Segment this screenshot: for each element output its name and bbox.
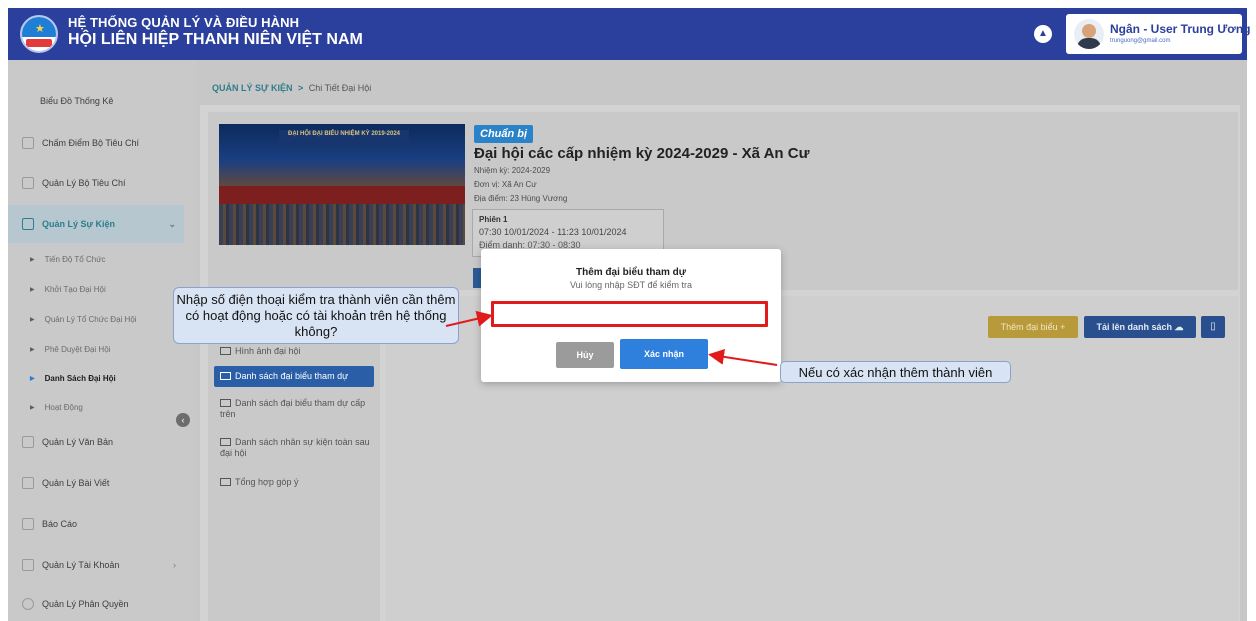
event-image-banner: ĐẠI HỘI ĐẠI BIỂU NHIỆM KỲ 2019-2024 bbox=[279, 130, 409, 148]
session-time: 07:30 10/01/2024 - 11:23 10/01/2024 bbox=[479, 227, 627, 237]
folder-superior-delegates[interactable]: Danh sách đại biểu tham dự cấp trên bbox=[220, 398, 370, 420]
confirm-button[interactable]: Xác nhận bbox=[620, 339, 708, 369]
triangle-icon: ▶ bbox=[30, 405, 35, 411]
breadcrumb-root[interactable]: QUẢN LÝ SỰ KIỆN bbox=[212, 83, 292, 93]
app-title-line1: HỆ THỐNG QUẢN LÝ VÀ ĐIỀU HÀNH bbox=[68, 15, 300, 30]
session-title: Phiên 1 bbox=[479, 215, 508, 224]
add-delegate-modal: Thêm đại biểu tham dự Vui lòng nhập SĐT … bbox=[481, 249, 781, 382]
sidebar-item-label: Quản Lý Phân Quyền bbox=[42, 599, 129, 609]
account-icon bbox=[22, 559, 34, 571]
app-title: HỆ THỐNG QUẢN LÝ VÀ ĐIỀU HÀNH HỘI LIÊN H… bbox=[68, 15, 363, 49]
sidebar-subitem-list[interactable]: ▶ Danh Sách Đại Hội bbox=[30, 374, 116, 383]
sidebar-item-label: Quản Lý Bộ Tiêu Chí bbox=[42, 178, 126, 188]
folder-feedback-summary[interactable]: Tổng hợp góp ý bbox=[220, 477, 370, 488]
upload-list-button[interactable]: Tải lên danh sách ☁ bbox=[1084, 316, 1196, 338]
document-icon[interactable]: ▯ bbox=[1201, 316, 1225, 338]
sidebar-subitem-label: Phê Duyệt Đại Hội bbox=[44, 345, 111, 354]
breadcrumb-separator: > bbox=[298, 83, 304, 93]
status-badge: Chuẩn bị bbox=[474, 125, 534, 143]
sidebar-item-label: Chấm Điểm Bộ Tiêu Chí bbox=[42, 138, 140, 148]
avatar bbox=[1074, 19, 1104, 49]
sidebar-subitem-organize[interactable]: ▶ Quản Lý Tổ Chức Đại Hội bbox=[30, 315, 137, 324]
document-icon bbox=[22, 436, 34, 448]
book-icon bbox=[22, 477, 34, 489]
clock-icon bbox=[22, 598, 34, 610]
sidebar-item-reports[interactable]: Báo Cáo bbox=[8, 505, 184, 543]
folder-label: Hình ảnh đại hội bbox=[235, 346, 301, 356]
calendar-icon bbox=[22, 218, 34, 230]
logo: ★ bbox=[20, 15, 58, 53]
triangle-icon: ▶ bbox=[30, 257, 35, 263]
breadcrumb-current: Chi Tiết Đại Hội bbox=[308, 83, 372, 93]
sidebar-item-label: Quản Lý Bài Viết bbox=[42, 478, 110, 488]
triangle-icon: ▶ bbox=[30, 317, 35, 323]
sidebar-item-documents[interactable]: Quản Lý Văn Bản bbox=[8, 423, 184, 461]
sidebar-subitem-label: Hoạt Động bbox=[44, 403, 83, 412]
edit-icon bbox=[22, 177, 34, 189]
user-email: trunguong@gmail.com bbox=[1110, 38, 1171, 44]
sidebar-subitem-create[interactable]: ▶ Khởi Tạo Đại Hội bbox=[30, 285, 106, 294]
folder-icon bbox=[220, 347, 231, 355]
sidebar-item-permissions[interactable]: Quản Lý Phân Quyền bbox=[8, 585, 184, 621]
folder-icon bbox=[220, 438, 231, 446]
folder-label: Danh sách đại biểu tham dự bbox=[235, 371, 349, 381]
event-image: ĐẠI HỘI ĐẠI BIỂU NHIỆM KỲ 2019-2024 bbox=[219, 124, 465, 245]
modal-title: Thêm đại biểu tham dự bbox=[575, 267, 687, 278]
sidebar-item-label: Quản Lý Sự Kiện bbox=[42, 219, 116, 229]
sidebar-item-label: Quản Lý Tài Khoản bbox=[42, 560, 120, 570]
bell-icon[interactable]: ▲ bbox=[1034, 25, 1052, 43]
event-title: Đại hội các cấp nhiệm kỳ 2024-2029 - Xã … bbox=[474, 145, 810, 162]
cancel-button[interactable]: Hủy bbox=[556, 342, 614, 368]
add-delegate-button[interactable]: Thêm đại biểu + bbox=[988, 316, 1078, 338]
user-menu[interactable]: Ngân - User Trung Ương trunguong@gmail.c… bbox=[1066, 14, 1251, 54]
annotation-confirm-hint: Nếu có xác nhận thêm thành viên bbox=[780, 361, 1011, 383]
event-unit: Đơn vị: Xã An Cư bbox=[474, 180, 537, 189]
sidebar-item-accounts[interactable]: Quản Lý Tài Khoản › bbox=[8, 546, 184, 584]
sidebar-item-label: Biểu Đồ Thống Kê bbox=[40, 96, 114, 106]
folder-staff-after-congress[interactable]: Danh sách nhân sự kiện toàn sau đại hội bbox=[220, 437, 370, 459]
folder-label: Tổng hợp góp ý bbox=[235, 477, 299, 487]
phone-input[interactable] bbox=[491, 301, 768, 327]
sidebar-item-label: Báo Cáo bbox=[42, 519, 78, 529]
sidebar-subitem-approve[interactable]: ▶ Phê Duyệt Đại Hội bbox=[30, 345, 110, 354]
sidebar-subitem-label: Danh Sách Đại Hội bbox=[44, 374, 116, 383]
modal-subtitle: Vui lòng nhập SĐT để kiểm tra bbox=[569, 280, 693, 290]
sidebar-item-dashboard[interactable]: Biểu Đồ Thống Kê bbox=[8, 82, 184, 120]
sidebar-item-label: Quản Lý Văn Bản bbox=[42, 437, 114, 447]
top-header: ★ HỆ THỐNG QUẢN LÝ VÀ ĐIỀU HÀNH HỘI LIÊN… bbox=[8, 8, 1251, 60]
event-location: Địa điểm: 23 Hùng Vương bbox=[474, 194, 568, 203]
app-title-line2: HỘI LIÊN HIỆP THANH NIÊN VIỆT NAM bbox=[68, 31, 363, 48]
sidebar-subitem-label: Khởi Tạo Đại Hội bbox=[44, 285, 106, 294]
report-icon bbox=[22, 518, 34, 530]
folder-icon bbox=[220, 478, 231, 486]
folder-icon bbox=[220, 399, 231, 407]
event-term: Nhiệm kỳ: 2024-2029 bbox=[474, 166, 551, 175]
sidebar-item-posts[interactable]: Quản Lý Bài Viết bbox=[8, 464, 184, 502]
user-name: Ngân - User Trung Ương bbox=[1110, 22, 1251, 36]
folder-icon bbox=[220, 372, 231, 380]
sidebar-subitem-label: Quản Lý Tổ Chức Đại Hội bbox=[44, 315, 137, 324]
triangle-icon: ▶ bbox=[30, 376, 35, 382]
sidebar-item-manage-criteria[interactable]: Quản Lý Bộ Tiêu Chí bbox=[8, 164, 184, 202]
session-action-button[interactable] bbox=[473, 268, 481, 288]
breadcrumb: QUẢN LÝ SỰ KIỆN > Chi Tiết Đại Hội bbox=[212, 83, 371, 93]
annotation-phone-hint: Nhập số điện thoại kiểm tra thành viên c… bbox=[173, 287, 459, 344]
folder-label: Danh sách đại biểu tham dự cấp trên bbox=[220, 398, 366, 419]
chevron-down-icon: ⌄ bbox=[168, 218, 176, 229]
sidebar-subitem-label: Tiến Độ Tổ Chức bbox=[44, 255, 106, 264]
triangle-icon: ▶ bbox=[30, 347, 35, 353]
chevron-right-icon: › bbox=[173, 560, 176, 570]
criteria-icon bbox=[22, 137, 34, 149]
folder-label: Danh sách nhân sự kiện toàn sau đại hội bbox=[220, 437, 370, 458]
sidebar-item-events[interactable]: Quản Lý Sự Kiện ⌄ bbox=[8, 205, 184, 243]
folder-event-photos[interactable]: Hình ảnh đại hội bbox=[220, 346, 370, 357]
folder-delegate-list[interactable]: Danh sách đại biểu tham dự bbox=[214, 366, 374, 387]
sidebar-subitem-progress[interactable]: ▶ Tiến Độ Tổ Chức bbox=[30, 255, 106, 264]
sidebar-subitem-activity[interactable]: ▶ Hoạt Động bbox=[30, 403, 83, 412]
sidebar-item-score-criteria[interactable]: Chấm Điểm Bộ Tiêu Chí bbox=[8, 124, 184, 162]
triangle-icon: ▶ bbox=[30, 287, 35, 293]
